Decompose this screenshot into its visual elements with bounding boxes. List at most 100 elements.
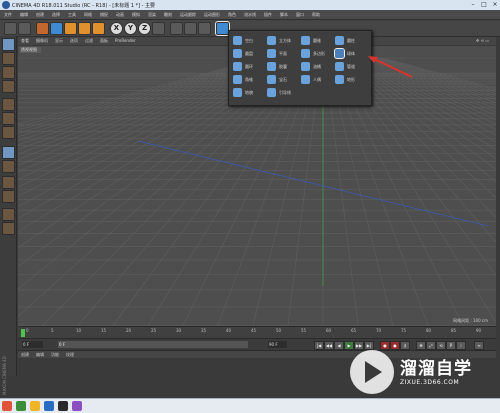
previous-frame-icon[interactable]: ◀ xyxy=(334,341,344,350)
solo-icon[interactable] xyxy=(2,222,15,235)
menu-item-motion-tracker[interactable]: 运动跟踪 xyxy=(180,12,196,18)
primitive-item-torus[interactable]: 圆环 xyxy=(233,61,265,73)
menu-item-tools[interactable]: 工具 xyxy=(68,12,76,18)
rotation-key-icon[interactable]: ⟲ xyxy=(436,341,446,350)
axis-mode-icon[interactable] xyxy=(2,146,15,159)
render-view-icon[interactable] xyxy=(170,22,183,35)
taskbar-app-2-icon[interactable] xyxy=(30,401,40,411)
record-icon[interactable]: ● xyxy=(380,341,390,350)
menu-item-mesh[interactable]: 网格 xyxy=(84,12,92,18)
primitive-item-oil-tank[interactable]: 油桶 xyxy=(301,61,333,73)
z-axis-icon[interactable]: Z xyxy=(138,22,151,35)
menu-item-script[interactable]: 脚本 xyxy=(280,12,288,18)
playhead[interactable] xyxy=(21,329,25,337)
viewport-menu-filter[interactable]: 过滤 xyxy=(85,38,93,44)
frame-range-slider[interactable]: 0 F xyxy=(58,341,248,348)
menu-item-snap[interactable]: 捕捉 xyxy=(100,12,108,18)
make-editable-icon[interactable] xyxy=(2,38,15,51)
viewport-menu-prorender[interactable]: ProRender xyxy=(115,38,136,43)
menu-item-plugins[interactable]: 插件 xyxy=(264,12,272,18)
tweak-icon[interactable] xyxy=(2,160,15,173)
taskbar-app-3-icon[interactable] xyxy=(44,401,54,411)
edges-mode-icon[interactable] xyxy=(2,112,15,125)
end-frame-field[interactable]: 90 F xyxy=(268,341,287,348)
point-level-key-icon[interactable]: ⁘ xyxy=(456,341,466,350)
start-frame-field[interactable]: 0 F xyxy=(59,341,65,348)
primitive-item-cone[interactable]: 圆锥 xyxy=(301,35,333,47)
primitive-item-cylinder[interactable]: 圆柱 xyxy=(335,35,367,47)
taskbar-app-5-icon[interactable] xyxy=(72,401,82,411)
move-icon[interactable] xyxy=(50,22,63,35)
minimize-button[interactable]: – xyxy=(468,1,478,8)
menu-item-file[interactable]: 文件 xyxy=(4,12,12,18)
taskbar-app-1-icon[interactable] xyxy=(16,401,26,411)
menu-item-pipeline[interactable]: 流水线 xyxy=(244,12,256,18)
render-settings-icon[interactable] xyxy=(198,22,211,35)
scale-icon[interactable] xyxy=(64,22,77,35)
menu-item-character[interactable]: 角色 xyxy=(228,12,236,18)
menu-item-simulate[interactable]: 模拟 xyxy=(132,12,140,18)
primitive-item-polygon[interactable]: 多边形 xyxy=(301,48,333,60)
next-frame-icon[interactable]: ▶▶ xyxy=(354,341,364,350)
x-axis-icon[interactable]: X xyxy=(110,22,123,35)
timeline-settings-icon[interactable]: ≡ xyxy=(474,341,484,350)
viewport-menu-options[interactable]: 选项 xyxy=(70,38,78,44)
auto-key-icon[interactable]: ● xyxy=(390,341,400,350)
menu-item-edit[interactable]: 编辑 xyxy=(20,12,28,18)
points-mode-icon[interactable] xyxy=(2,98,15,111)
close-button[interactable]: × xyxy=(490,1,500,8)
keyframe-selection-icon[interactable]: ⚷ xyxy=(400,341,410,350)
scale-key-icon[interactable]: ⤢ xyxy=(426,341,436,350)
menu-item-render[interactable]: 渲染 xyxy=(148,12,156,18)
menu-item-select[interactable]: 选择 xyxy=(52,12,60,18)
current-frame-field[interactable]: 0 F xyxy=(22,341,43,348)
start-button-icon[interactable] xyxy=(2,401,12,411)
parameter-key-icon[interactable]: P xyxy=(446,341,456,350)
go-to-start-icon[interactable]: |◀ xyxy=(314,341,324,350)
taskbar-cinema4d-icon[interactable] xyxy=(58,401,68,411)
viewport-menu-view[interactable]: 查看 xyxy=(21,38,29,44)
undo-icon[interactable] xyxy=(4,22,17,35)
position-key-icon[interactable]: ✥ xyxy=(416,341,426,350)
primitive-item-disc[interactable]: 圆盘 xyxy=(233,48,265,60)
primitive-item-capsule[interactable]: 胶囊 xyxy=(267,61,299,73)
world-coord-icon[interactable] xyxy=(152,22,165,35)
primitive-item-guide[interactable]: 引导线 xyxy=(267,87,299,99)
coord-icon[interactable] xyxy=(92,22,105,35)
lock-workplane-icon[interactable] xyxy=(2,190,15,203)
y-axis-icon[interactable]: Y xyxy=(124,22,137,35)
menu-item-animate[interactable]: 动画 xyxy=(116,12,124,18)
menu-item-sculpt[interactable]: 雕刻 xyxy=(164,12,172,18)
previous-key-icon[interactable]: ◀◀ xyxy=(324,341,334,350)
primitive-item-null[interactable]: 空白 xyxy=(233,35,265,47)
menu-item-window[interactable]: 窗口 xyxy=(296,12,304,18)
primitive-item-sphere[interactable]: 球体 xyxy=(334,48,367,60)
texture-mode-icon[interactable] xyxy=(2,66,15,79)
primitive-item-gem[interactable]: 宝石 xyxy=(267,74,299,86)
snap-icon[interactable] xyxy=(2,176,15,189)
primitive-item-pyramid[interactable]: 角锥 xyxy=(233,74,265,86)
workplane-icon[interactable] xyxy=(2,80,15,93)
model-mode-icon[interactable] xyxy=(2,52,15,65)
viewport-menu-cameras[interactable]: 摄像机 xyxy=(36,38,48,44)
viewport-menu-display[interactable]: 显示 xyxy=(55,38,63,44)
menu-item-mograph[interactable]: 运动图形 xyxy=(204,12,220,18)
primitive-item-cube[interactable]: 立方体 xyxy=(267,35,299,47)
menu-item-create[interactable]: 创建 xyxy=(36,12,44,18)
primitive-item-plane[interactable]: 平面 xyxy=(267,48,299,60)
menu-item-help[interactable]: 帮助 xyxy=(312,12,320,18)
primitive-item-tube[interactable]: 管道 xyxy=(335,61,367,73)
viewport-menu-panel[interactable]: 面板 xyxy=(100,38,108,44)
primitive-item-landscape[interactable]: 地形 xyxy=(335,74,367,86)
rotate-icon[interactable] xyxy=(78,22,91,35)
primitive-item-figure[interactable]: 人偶 xyxy=(301,74,333,86)
redo-icon[interactable] xyxy=(18,22,31,35)
render-picture-icon[interactable] xyxy=(184,22,197,35)
go-to-end-icon[interactable]: ▶| xyxy=(364,341,374,350)
planar-icon[interactable] xyxy=(2,208,15,221)
select-arrow-icon[interactable] xyxy=(36,22,49,35)
polygons-mode-icon[interactable] xyxy=(2,126,15,139)
play-icon[interactable]: ▶ xyxy=(344,341,354,350)
viewport-nav-icons[interactable]: ✥ ⟲ ▭ xyxy=(476,38,489,43)
maximize-button[interactable]: □ xyxy=(479,1,489,8)
